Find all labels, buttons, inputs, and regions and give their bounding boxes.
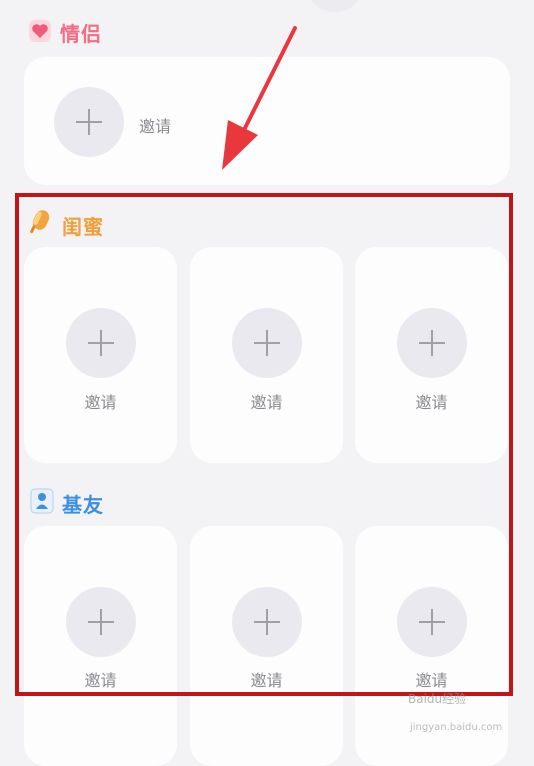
bestie-section-header: 闺蜜 (28, 208, 104, 242)
person-icon (30, 487, 54, 519)
buddy-invite-button[interactable] (66, 587, 136, 657)
bestie-invite-label: 邀请 (250, 393, 283, 412)
bestie-invite-button[interactable] (232, 308, 302, 378)
bestie-invite-button[interactable] (397, 308, 467, 378)
bestie-invite-button[interactable] (66, 308, 136, 378)
buddy-invite-label: 邀请 (250, 671, 283, 690)
buddy-invite-label: 邀请 (84, 671, 117, 690)
bestie-slot-card: 邀请 (355, 247, 508, 463)
buddy-invite-label: 邀请 (415, 671, 448, 690)
heart-icon (28, 19, 52, 47)
buddy-section-title: 基友 (62, 492, 104, 517)
couple-section-title: 情侣 (60, 22, 102, 46)
bestie-invite-label: 邀请 (84, 393, 117, 412)
buddy-section-header: 基友 (30, 487, 104, 519)
couple-invite-button[interactable] (54, 87, 124, 157)
buddy-invite-button[interactable] (232, 587, 302, 657)
watermark: Baidu经验 (408, 692, 467, 706)
bestie-section-title: 闺蜜 (62, 214, 104, 239)
popsicle-icon (28, 208, 54, 242)
bestie-slot-card: 邀请 (24, 247, 177, 463)
couple-section-header: 情侣 (28, 18, 102, 47)
buddy-invite-button[interactable] (397, 587, 467, 657)
couple-invite-label: 邀请 (139, 117, 172, 136)
bestie-slot-card: 邀请 (190, 247, 343, 463)
buddy-slot-card: 邀请 (24, 526, 177, 766)
buddy-slot-card: 邀请 (190, 526, 343, 766)
top-tab-notch (305, 0, 365, 12)
watermark-url: jingyan.baidu.com (410, 722, 503, 733)
bestie-invite-label: 邀请 (415, 393, 448, 412)
annotation-arrow-icon (222, 26, 297, 170)
